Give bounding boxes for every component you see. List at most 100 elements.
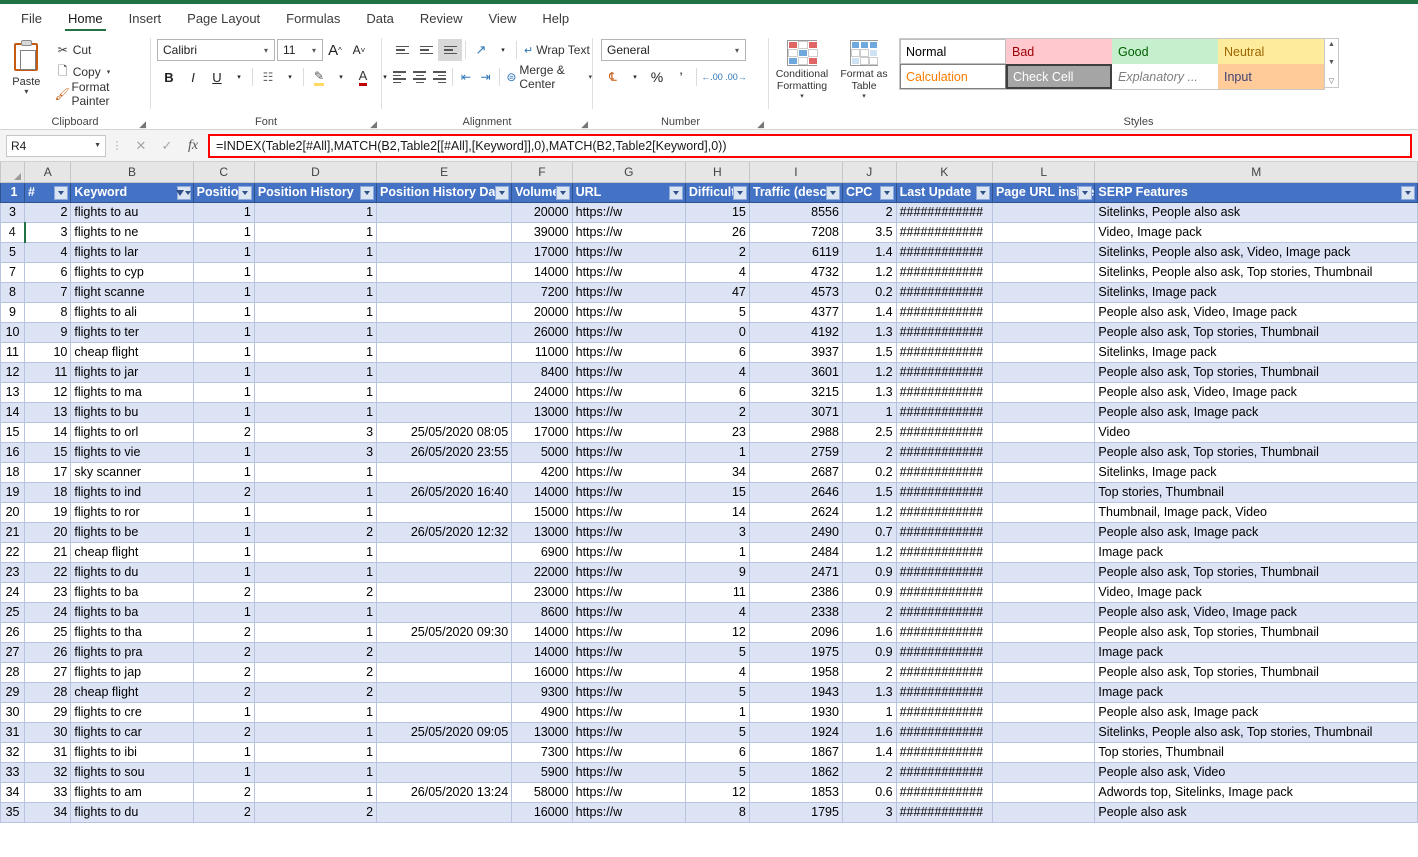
wrap-text-button[interactable]: ↵ Wrap Text — [524, 39, 590, 61]
increase-decimal-button[interactable]: ←.00 — [700, 65, 724, 89]
table-header-difficulty[interactable]: Difficulty — [684, 181, 750, 203]
cell-traffic[interactable]: 8556 — [748, 201, 843, 223]
insert-function-button[interactable]: fx — [180, 135, 206, 157]
cell-difficulty[interactable]: 3 — [684, 521, 750, 543]
cell-keyword[interactable]: cheap flight — [70, 681, 194, 703]
cell-number[interactable]: 8 — [24, 301, 72, 323]
select-all-corner[interactable] — [0, 162, 26, 183]
cell-volume[interactable]: 4900 — [511, 701, 573, 723]
cell-position-history[interactable]: 1 — [253, 281, 378, 303]
cell-keyword[interactable]: flights to jap — [70, 661, 194, 683]
table-row[interactable]: 8 7 flight scanne 1 1 7200 https://w 47 4573 0.2 #… — [0, 281, 1418, 303]
table-row[interactable]: 3 2 flights to au 1 1 20000 https://w 15 8556 2 ##… — [0, 201, 1418, 223]
cell-page-url-inside[interactable] — [991, 661, 1096, 683]
cell-cpc[interactable]: 1.5 — [841, 341, 897, 363]
table-row[interactable]: 5 4 flights to lar 1 1 17000 https://w 2 6119 1.4… — [0, 241, 1418, 263]
column-header-k[interactable]: K — [895, 162, 993, 183]
cell-volume[interactable]: 20000 — [511, 201, 573, 223]
cell-volume[interactable]: 13000 — [511, 721, 573, 743]
cell-position-history[interactable]: 1 — [253, 261, 378, 283]
cell-position-history-date[interactable] — [376, 281, 513, 303]
cell-cpc[interactable]: 1.2 — [841, 261, 897, 283]
cell-position-history[interactable]: 1 — [253, 321, 378, 343]
align-left-button[interactable] — [390, 66, 410, 88]
cell-last-update[interactable]: ############ — [895, 481, 993, 503]
cell-position-history[interactable]: 1 — [253, 381, 378, 403]
cell-url[interactable]: https://w — [571, 421, 686, 443]
cell-position-history-date[interactable] — [376, 461, 513, 483]
cell-keyword[interactable]: flights to orl — [70, 421, 194, 443]
cell-cpc[interactable]: 2.5 — [841, 421, 897, 443]
cell-page-url-inside[interactable] — [991, 361, 1096, 383]
accounting-chevron-icon[interactable]: ▾ — [625, 65, 645, 89]
font-dialog-launcher-icon[interactable]: ◢ — [370, 119, 377, 130]
cell-position-history[interactable]: 1 — [253, 621, 378, 643]
cell-keyword[interactable]: flights to ba — [70, 601, 194, 623]
filter-dropdown-f[interactable] — [555, 185, 570, 200]
cell-url[interactable]: https://w — [571, 241, 686, 263]
cell-serp-features[interactable]: People also ask, Top stories, Thumbnail — [1094, 361, 1418, 383]
cell-difficulty[interactable]: 6 — [684, 381, 750, 403]
cell-number[interactable]: 32 — [24, 761, 72, 783]
style-normal[interactable]: Normal — [900, 39, 1006, 64]
cell-traffic[interactable]: 2338 — [748, 601, 843, 623]
table-row[interactable]: 31 30 flights to car 2 1 25/05/2020 09:05 1300… — [0, 721, 1418, 743]
table-row[interactable]: 14 13 flights to bu 1 1 13000 https://w 2 3071 1 #… — [0, 401, 1418, 423]
cell-difficulty[interactable]: 4 — [684, 261, 750, 283]
cell-serp-features[interactable]: People also ask, Video, Image pack — [1094, 301, 1418, 323]
cell-difficulty[interactable]: 1 — [684, 541, 750, 563]
ribbon-tab-strip[interactable]: File Home Insert Page Layout Formulas Da… — [0, 4, 1418, 34]
column-header-m[interactable]: M — [1094, 162, 1418, 183]
cell-page-url-inside[interactable] — [991, 741, 1096, 763]
table-row[interactable]: 33 32 flights to sou 1 1 5900 https://w 5 1862 2 #… — [0, 761, 1418, 783]
fill-color-button[interactable]: ✎ — [307, 65, 331, 89]
cell-position-history[interactable]: 1 — [253, 561, 378, 583]
underline-button[interactable]: U — [205, 65, 229, 89]
cell-volume[interactable]: 13000 — [511, 521, 573, 543]
cell-volume[interactable]: 14000 — [511, 621, 573, 643]
cell-page-url-inside[interactable] — [991, 381, 1096, 403]
cell-cpc[interactable]: 1.5 — [841, 481, 897, 503]
cell-volume[interactable]: 5000 — [511, 441, 573, 463]
cell-position[interactable]: 1 — [192, 281, 255, 303]
cell-cpc[interactable]: 1.4 — [841, 741, 897, 763]
cell-page-url-inside[interactable] — [991, 241, 1096, 263]
cell-volume[interactable]: 5900 — [511, 761, 573, 783]
cell-url[interactable]: https://w — [571, 381, 686, 403]
align-right-button[interactable] — [429, 66, 449, 88]
cell-traffic[interactable]: 2988 — [748, 421, 843, 443]
cell-last-update[interactable]: ############ — [895, 741, 993, 763]
cell-page-url-inside[interactable] — [991, 721, 1096, 743]
cell-position-history[interactable]: 1 — [253, 501, 378, 523]
cell-number[interactable]: 26 — [24, 641, 72, 663]
cell-volume[interactable]: 9300 — [511, 681, 573, 703]
cell-url[interactable]: https://w — [571, 701, 686, 723]
cell-page-url-inside[interactable] — [991, 601, 1096, 623]
cell-styles-gallery[interactable]: Normal Bad Good Neutral Calculation Chec… — [899, 38, 1325, 90]
cell-cpc[interactable]: 3 — [841, 801, 897, 823]
cell-position-history-date[interactable]: 25/05/2020 08:05 — [376, 421, 513, 443]
cell-cpc[interactable]: 1.3 — [841, 321, 897, 343]
cell-position[interactable]: 1 — [192, 701, 255, 723]
cell-position[interactable]: 2 — [192, 481, 255, 503]
table-header-last-update[interactable]: Last Update — [895, 181, 993, 203]
table-header-position[interactable]: Position — [192, 181, 255, 203]
cell-url[interactable]: https://w — [571, 301, 686, 323]
cell-position-history-date[interactable] — [376, 601, 513, 623]
cell-number[interactable]: 12 — [24, 381, 72, 403]
column-header-d[interactable]: D — [253, 162, 378, 183]
cell-difficulty[interactable]: 11 — [684, 581, 750, 603]
conditional-formatting-button[interactable]: Conditional Formatting ▾ — [769, 38, 835, 100]
filter-dropdown-h[interactable] — [732, 185, 747, 200]
cell-position-history[interactable]: 3 — [253, 421, 378, 443]
cell-url[interactable]: https://w — [571, 661, 686, 683]
table-row[interactable]: 12 11 flights to jar 1 1 8400 https://w 4 3601 1.… — [0, 361, 1418, 383]
row-header[interactable]: 29 — [0, 681, 26, 703]
cell-difficulty[interactable]: 0 — [684, 321, 750, 343]
cell-serp-features[interactable]: Image pack — [1094, 681, 1418, 703]
table-row[interactable]: 13 12 flights to ma 1 1 24000 https://w 6 3215 1.… — [0, 381, 1418, 403]
column-header-i[interactable]: I — [748, 162, 843, 183]
table-header-page-url-inside[interactable]: Page URL inside — [991, 181, 1096, 203]
cell-page-url-inside[interactable] — [991, 681, 1096, 703]
confirm-formula-button[interactable]: ✓ — [154, 135, 180, 157]
